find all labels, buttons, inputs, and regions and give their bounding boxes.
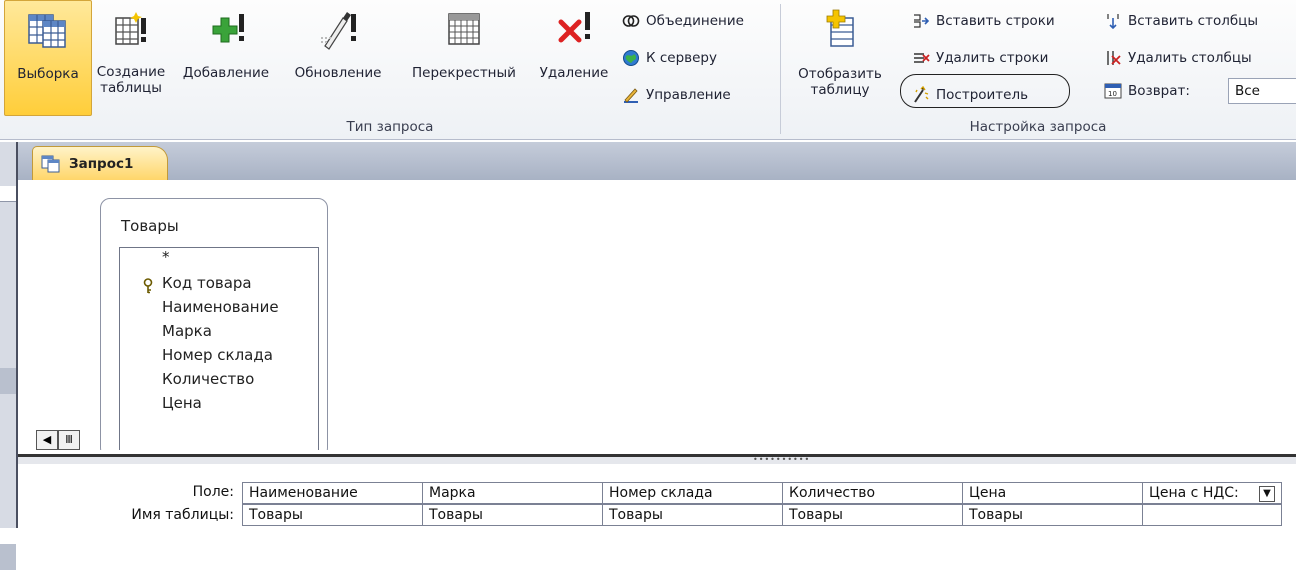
primary-key-icon bbox=[143, 278, 153, 294]
select-query-icon bbox=[28, 14, 66, 48]
grid-cell-field[interactable]: Цена bbox=[962, 482, 1142, 504]
data-definition-icon bbox=[624, 88, 638, 103]
grid-cell-table[interactable]: Товары bbox=[782, 504, 962, 526]
append-query-button[interactable]: Добавление bbox=[176, 0, 276, 116]
insert-rows-icon bbox=[914, 14, 930, 28]
field-list-item[interactable]: Наименование bbox=[162, 298, 279, 316]
svg-text:10: 10 bbox=[1108, 90, 1117, 98]
append-query-label: Добавление bbox=[182, 65, 270, 81]
crosstab-query-button[interactable]: Перекрестный bbox=[400, 0, 528, 116]
splitter-grip-icon: •••••••••• bbox=[753, 455, 811, 464]
update-query-label: Обновление bbox=[294, 65, 382, 81]
nav-pane-toggle[interactable] bbox=[0, 186, 16, 202]
query-icon bbox=[41, 155, 60, 172]
scroll-thumb[interactable]: Ⅲ bbox=[58, 430, 80, 450]
pane-splitter[interactable]: •••••••••• bbox=[18, 450, 1296, 464]
return-input[interactable]: Все bbox=[1228, 78, 1296, 104]
show-table-label: Отобразить таблицу bbox=[798, 66, 882, 98]
grid-row-label-table: Имя таблицы: bbox=[131, 507, 234, 523]
make-table-button[interactable]: Создание таблицы bbox=[90, 0, 172, 116]
pass-through-button[interactable]: К серверу bbox=[622, 45, 717, 71]
union-label: Объединение bbox=[646, 13, 744, 29]
crosstab-query-label: Перекрестный bbox=[412, 65, 516, 81]
select-query-label: Выборка bbox=[17, 66, 79, 82]
group-query-setup-label: Настройка запроса bbox=[969, 119, 1107, 135]
field-list-item[interactable]: Марка bbox=[162, 322, 212, 340]
field-list-item[interactable]: Номер склада bbox=[162, 346, 273, 364]
delete-query-button[interactable]: Удаление bbox=[532, 0, 616, 116]
insert-columns-icon bbox=[1107, 14, 1119, 30]
grid-cell-table[interactable]: Товары bbox=[962, 504, 1142, 526]
field-list[interactable]: * Код товара Наименование Марка Номер ск… bbox=[119, 247, 319, 457]
nav-pane-item[interactable] bbox=[0, 544, 16, 570]
show-table-icon bbox=[826, 9, 854, 47]
grid-cell-table[interactable] bbox=[1142, 504, 1282, 526]
navigation-pane-edge[interactable] bbox=[0, 142, 18, 570]
grid-cell-table[interactable]: Товары bbox=[422, 504, 602, 526]
insert-rows-label: Вставить строки bbox=[936, 13, 1055, 29]
field-list-table[interactable]: Товары * Код товара Наименование Марка Н… bbox=[100, 198, 328, 458]
pass-through-icon bbox=[623, 50, 639, 66]
grid-cell-field[interactable]: Наименование bbox=[242, 482, 422, 504]
crosstab-query-icon bbox=[448, 13, 480, 45]
delete-query-icon bbox=[558, 12, 590, 43]
grid-row-label-field: Поле: bbox=[192, 484, 234, 500]
scroll-left-icon[interactable]: ◀ bbox=[36, 430, 58, 450]
union-icon bbox=[622, 15, 640, 27]
ribbon: Выборка Создание таблицы Добавление Обно… bbox=[0, 0, 1296, 140]
select-query-button[interactable]: Выборка bbox=[4, 0, 92, 116]
delete-columns-icon bbox=[1107, 51, 1121, 65]
tab-query1-label: Запрос1 bbox=[69, 155, 134, 172]
make-table-icon bbox=[115, 12, 146, 45]
query-design-area[interactable]: Товары * Код товара Наименование Марка Н… bbox=[18, 180, 1296, 458]
group-query-type-label: Тип запроса bbox=[346, 119, 434, 135]
field-list-item[interactable]: Количество bbox=[162, 370, 254, 388]
query-design-grid[interactable]: Поле: Имя таблицы: Наименование Марка Но… bbox=[18, 464, 1296, 528]
insert-columns-button[interactable]: Вставить столбцы bbox=[1104, 8, 1258, 34]
grid-cell-field-text: Цена с НДС: bbox=[1149, 485, 1239, 501]
return-values-icon: 10 bbox=[1104, 83, 1122, 99]
return-label: Возврат: bbox=[1128, 83, 1190, 99]
group-separator bbox=[780, 4, 781, 134]
horizontal-scrollbar[interactable]: ◀ Ⅲ bbox=[36, 430, 86, 450]
delete-rows-button[interactable]: Удалить строки bbox=[912, 45, 1048, 71]
insert-columns-label: Вставить столбцы bbox=[1128, 13, 1259, 29]
nav-pane-item[interactable] bbox=[0, 368, 16, 394]
tab-query1[interactable]: Запрос1 bbox=[32, 146, 168, 180]
delete-columns-button[interactable]: Удалить столбцы bbox=[1104, 45, 1252, 71]
delete-columns-label: Удалить столбцы bbox=[1128, 50, 1252, 66]
update-query-icon bbox=[321, 12, 356, 50]
field-list-title: Товары bbox=[121, 217, 179, 235]
delete-rows-label: Удалить строки bbox=[936, 50, 1049, 66]
grid-cell-table[interactable]: Товары bbox=[602, 504, 782, 526]
delete-query-label: Удаление bbox=[539, 65, 609, 81]
delete-rows-icon bbox=[914, 53, 930, 63]
document-tab-strip: Запрос1 bbox=[18, 142, 1296, 180]
data-definition-button[interactable]: Управление bbox=[622, 82, 731, 108]
chevron-down-icon[interactable]: ▼ bbox=[1259, 486, 1275, 502]
field-list-item[interactable]: * bbox=[162, 248, 170, 266]
append-query-icon bbox=[212, 14, 244, 43]
pass-through-label: К серверу bbox=[646, 50, 717, 66]
field-list-item[interactable]: Цена bbox=[162, 394, 202, 412]
update-query-button[interactable]: Обновление bbox=[282, 0, 394, 116]
return-control: 10 Возврат: bbox=[1104, 78, 1190, 104]
field-list-item[interactable]: Код товара bbox=[162, 274, 252, 292]
grid-cell-field-active[interactable]: Цена с НДС: ▼ bbox=[1142, 482, 1282, 504]
builder-highlight-oval bbox=[900, 74, 1070, 108]
grid-cell-table[interactable]: Товары bbox=[242, 504, 422, 526]
data-definition-label: Управление bbox=[646, 87, 731, 103]
grid-cell-field[interactable]: Количество bbox=[782, 482, 962, 504]
grid-cell-field[interactable]: Номер склада bbox=[602, 482, 782, 504]
insert-rows-button[interactable]: Вставить строки bbox=[912, 8, 1055, 34]
grid-cell-field[interactable]: Марка bbox=[422, 482, 602, 504]
union-button[interactable]: Объединение bbox=[622, 8, 744, 34]
show-table-button[interactable]: Отобразить таблицу bbox=[790, 0, 890, 116]
make-table-label: Создание таблицы bbox=[96, 64, 166, 96]
